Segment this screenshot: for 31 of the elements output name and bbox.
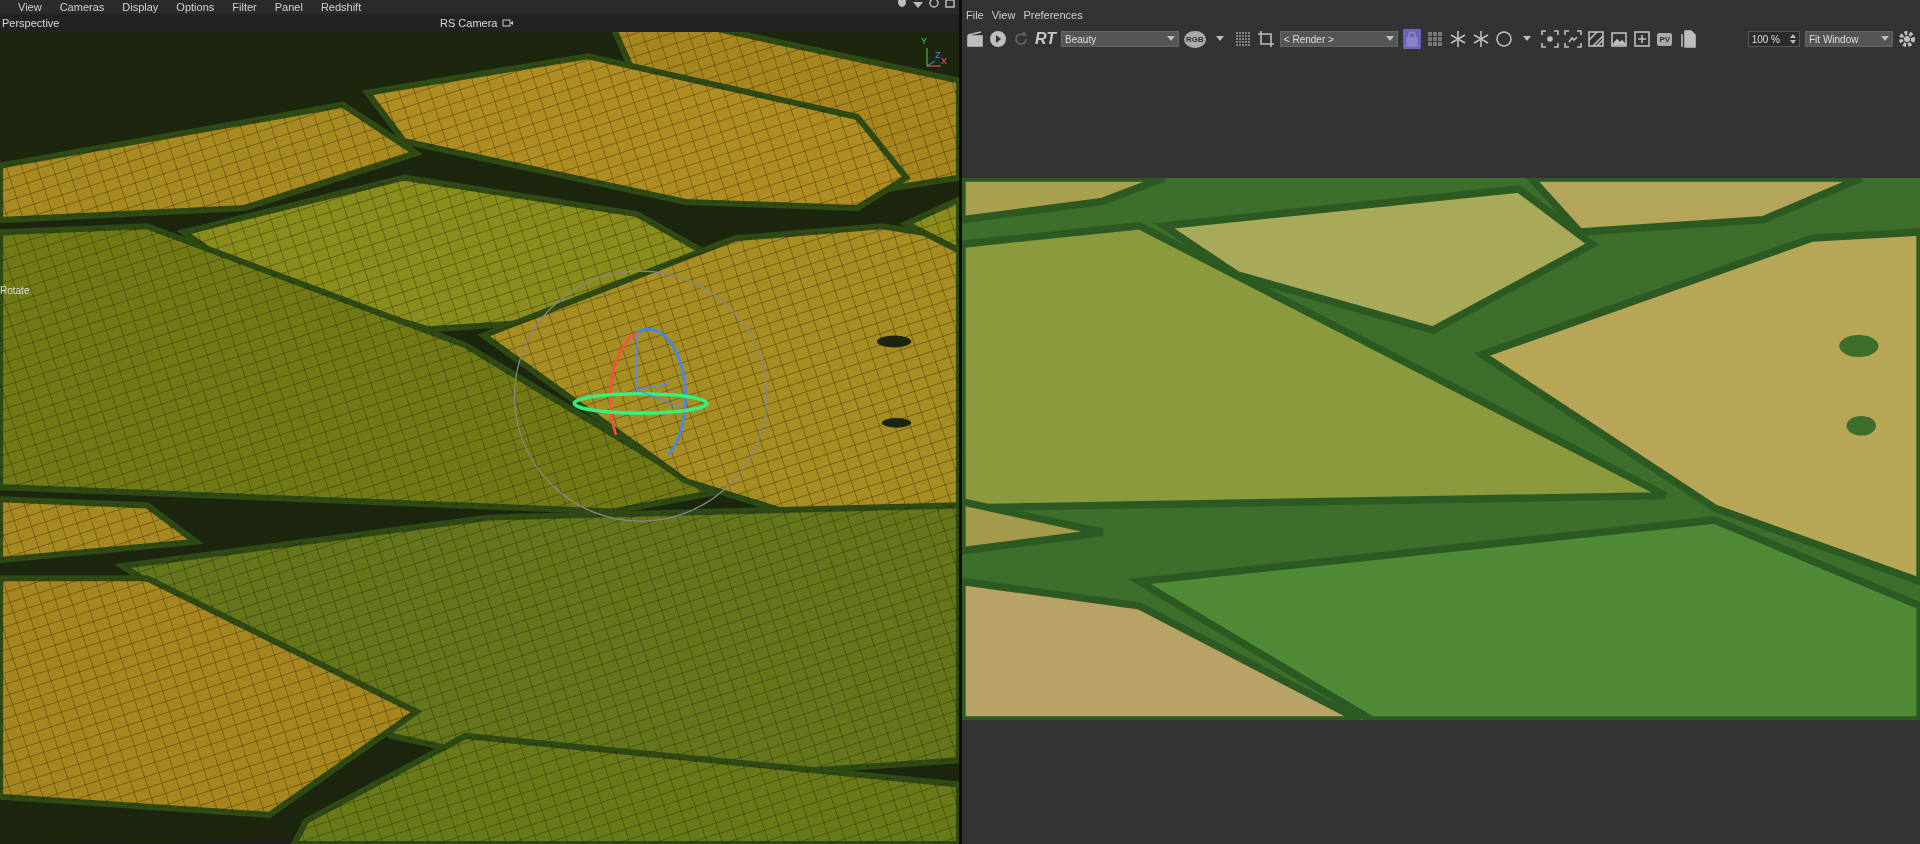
axis-label: Y	[921, 36, 927, 46]
spinner-icon[interactable]	[1790, 34, 1796, 44]
caret-icon	[1385, 36, 1394, 42]
dropdown[interactable]: < Render >	[1279, 31, 1398, 47]
dropdown[interactable]: Beauty	[1061, 31, 1180, 47]
caret-icon	[1167, 36, 1176, 42]
menu-item[interactable]: View	[18, 0, 42, 14]
camera-icon[interactable]	[502, 18, 514, 28]
arrow-down-icon[interactable]	[913, 0, 923, 8]
menu-item[interactable]: File	[966, 9, 984, 21]
axis-label: Z	[935, 50, 941, 60]
menu-item[interactable]: Options	[176, 0, 215, 14]
menu-item[interactable]: Display	[122, 0, 159, 14]
tool-label: Rotate	[0, 285, 30, 296]
menu-item[interactable]: Cameras	[59, 0, 105, 14]
caret-icon	[1522, 36, 1531, 42]
menu-item[interactable]: Preferences	[1023, 9, 1083, 21]
menu-item[interactable]: Panel	[274, 0, 303, 14]
caret-icon	[1881, 36, 1889, 42]
toolbar-button[interactable]: RGB	[1184, 29, 1206, 49]
fit-dropdown[interactable]: Fit Window	[1805, 31, 1893, 47]
rt-button[interactable]: RT	[1035, 29, 1057, 49]
settings-icon[interactable]	[1898, 30, 1916, 48]
axis-label: X	[941, 56, 947, 66]
zoom-field[interactable]: 100 %	[1747, 31, 1800, 47]
menu-item[interactable]: Redshift	[320, 0, 362, 14]
camera-name[interactable]: RS Camera	[440, 17, 498, 29]
menu-item[interactable]: View	[991, 9, 1016, 21]
view-name: Perspective	[2, 17, 60, 29]
caret-icon	[1215, 36, 1224, 42]
menu-item[interactable]: Filter	[232, 0, 257, 14]
